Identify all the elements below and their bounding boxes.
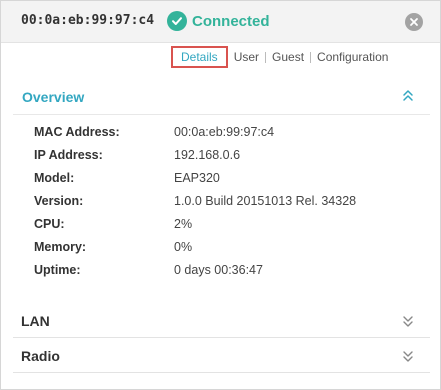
radio-section-title: Radio (21, 348, 60, 364)
chevron-double-down-icon[interactable] (402, 349, 414, 363)
overview-title: Overview (22, 89, 85, 105)
detail-label: CPU: (34, 217, 65, 231)
detail-value: 1.0.0 Build 20151013 Rel. 34328 (174, 194, 357, 208)
detail-label: Model: (34, 171, 75, 185)
detail-row-cpu: CPU: 2% (1, 217, 440, 240)
detail-value: EAP320 (174, 171, 220, 185)
overview-details: MAC Address: 00:0a:eb:99:97:c4 IP Addres… (1, 125, 440, 286)
detail-value: 0% (174, 240, 193, 254)
details-tabs: Details User Guest Configuration (171, 46, 388, 68)
connection-status: Connected (167, 11, 270, 31)
lan-section-title: LAN (21, 313, 50, 329)
tab-user[interactable]: User (234, 50, 259, 64)
radio-section-header[interactable]: Radio (13, 338, 430, 373)
detail-row-version: Version: 1.0.0 Build 20151013 Rel. 34328 (1, 194, 440, 217)
detail-value: 2% (174, 217, 193, 231)
tab-guest[interactable]: Guest (272, 50, 304, 64)
detail-label: Memory: (34, 240, 87, 254)
detail-label: IP Address: (34, 148, 103, 162)
panel-header: 00:0a:eb:99:97:c4 Connected (1, 1, 440, 43)
detail-value: 192.168.0.6 (174, 148, 241, 162)
detail-row-mac: MAC Address: 00:0a:eb:99:97:c4 (1, 125, 440, 148)
lan-section-header[interactable]: LAN (13, 303, 430, 338)
detail-value: 0 days 00:36:47 (174, 263, 263, 277)
tab-configuration[interactable]: Configuration (317, 50, 388, 64)
overview-header[interactable]: Overview (13, 80, 430, 115)
detail-label: Version: (34, 194, 84, 208)
detail-row-memory: Memory: 0% (1, 240, 440, 263)
close-icon[interactable] (405, 13, 423, 31)
device-mac-title: 00:0a:eb:99:97:c4 (21, 13, 155, 28)
device-details-panel: 00:0a:eb:99:97:c4 Connected Details User… (0, 0, 441, 390)
status-text: Connected (192, 12, 270, 30)
detail-row-ip: IP Address: 192.168.0.6 (1, 148, 440, 171)
tab-divider (265, 51, 267, 63)
tab-divider (310, 51, 312, 63)
tab-details[interactable]: Details (171, 46, 228, 68)
chevron-double-down-icon[interactable] (402, 314, 414, 328)
detail-row-model: Model: EAP320 (1, 171, 440, 194)
detail-label: Uptime: (34, 263, 81, 277)
check-circle-icon (167, 11, 187, 31)
detail-label: MAC Address: (34, 125, 120, 139)
chevron-double-up-icon[interactable] (402, 89, 414, 103)
detail-row-uptime: Uptime: 0 days 00:36:47 (1, 263, 440, 286)
detail-value: 00:0a:eb:99:97:c4 (174, 125, 275, 139)
